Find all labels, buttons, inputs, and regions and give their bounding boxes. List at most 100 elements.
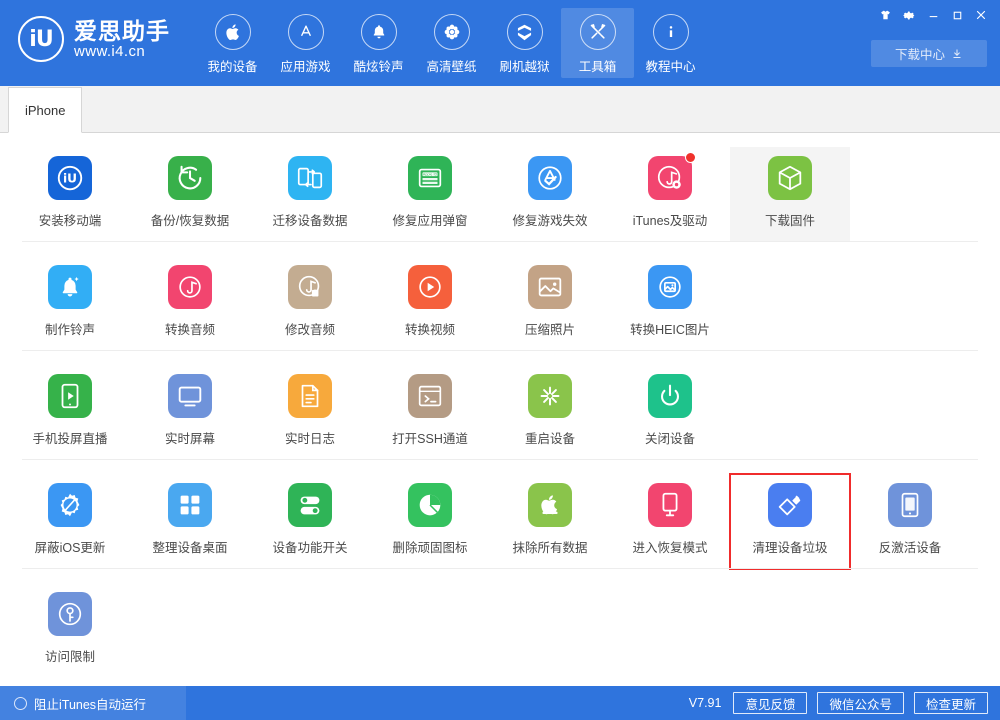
firmware-box-icon — [768, 156, 812, 200]
radio-icon — [14, 697, 27, 710]
footer-actions: V7.91 意见反馈 微信公众号 检查更新 — [689, 686, 988, 720]
tool-label: 打开SSH通道 — [392, 428, 468, 447]
tool-convert-video[interactable]: 转换视频 — [370, 256, 490, 351]
tool-label: 重启设备 — [525, 428, 575, 447]
svg-text:Apple ID: Apple ID — [423, 173, 438, 177]
tool-realtime-screen[interactable]: 实时屏幕 — [130, 365, 250, 460]
tool-erase-all-data[interactable]: 抹除所有数据 — [490, 474, 610, 569]
nav-label: 教程中心 — [645, 56, 695, 75]
maximize-icon[interactable] — [946, 5, 968, 25]
svg-text:自: 自 — [313, 289, 318, 297]
skin-icon[interactable] — [874, 5, 896, 25]
tool-label: 设备功能开关 — [272, 537, 347, 556]
nav-item-flash-jailbreak[interactable]: 刷机越狱 — [488, 8, 561, 78]
i4-app-icon: iU — [48, 156, 92, 200]
tool-label: 进入恢复模式 — [632, 537, 707, 556]
tool-label: 转换音频 — [165, 319, 215, 338]
tools-row: 访问限制 — [10, 569, 990, 678]
tool-convert-audio[interactable]: 转换音频 — [130, 256, 250, 351]
tool-fix-game[interactable]: 修复游戏失效 — [490, 147, 610, 242]
download-icon — [951, 48, 963, 60]
tools-grid: iU 安装移动端 备份/恢复数据 迁移设备数据 Apple ID — [0, 133, 1000, 686]
tool-screen-cast[interactable]: 手机投屏直播 — [10, 365, 130, 460]
access-restriction-icon — [48, 592, 92, 636]
window-controls — [874, 5, 992, 25]
tools-row: 屏蔽iOS更新 整理设备桌面 设备功能开关 删除顽固图标 — [10, 460, 990, 569]
tool-label: 修改音频 — [285, 319, 335, 338]
app-window: iU 爱思助手 www.i4.cn 我的设备 应用游戏 — [0, 0, 1000, 720]
clean-junk-icon — [768, 483, 812, 527]
ssh-terminal-icon — [408, 374, 452, 418]
tool-label: iTunes及驱动 — [633, 210, 708, 229]
wechat-official-button[interactable]: 微信公众号 — [817, 692, 904, 714]
convert-heic-icon — [648, 265, 692, 309]
nav-item-toolbox[interactable]: 工具箱 — [561, 8, 634, 78]
tool-edit-audio[interactable]: 自 修改音频 — [250, 256, 370, 351]
tools-row: 制作铃声 转换音频 自 修改音频 转换视频 — [10, 242, 990, 351]
tool-delete-stubborn-icon[interactable]: 删除顽固图标 — [370, 474, 490, 569]
tool-power-off[interactable]: 关闭设备 — [610, 365, 730, 460]
nav-label: 应用游戏 — [280, 56, 330, 75]
tool-label: 修复应用弹窗 — [392, 210, 467, 229]
flower-icon — [434, 14, 470, 50]
tool-label: 制作铃声 — [45, 319, 95, 338]
info-icon — [653, 14, 689, 50]
tool-backup-restore[interactable]: 备份/恢复数据 — [130, 147, 250, 242]
tool-compress-photo[interactable]: 压缩照片 — [490, 256, 610, 351]
tool-label: 实时日志 — [285, 428, 335, 447]
tool-convert-heic[interactable]: 转换HEIC图片 — [610, 256, 730, 351]
tool-restart-device[interactable]: 重启设备 — [490, 365, 610, 460]
realtime-log-icon — [288, 374, 332, 418]
tool-block-ios-update[interactable]: 屏蔽iOS更新 — [10, 474, 130, 569]
tab-label: iPhone — [25, 103, 65, 118]
tool-label: 删除顽固图标 — [392, 537, 467, 556]
main-nav: 我的设备 应用游戏 酷炫铃声 高清壁纸 — [196, 8, 707, 78]
tool-fix-app-popup[interactable]: Apple ID 修复应用弹窗 — [370, 147, 490, 242]
tool-make-ringtone[interactable]: 制作铃声 — [10, 256, 130, 351]
tools-row: 手机投屏直播 实时屏幕 实时日志 打开SSH通道 — [10, 351, 990, 460]
restart-device-icon — [528, 374, 572, 418]
tool-realtime-log[interactable]: 实时日志 — [250, 365, 370, 460]
nav-item-my-device[interactable]: 我的设备 — [196, 8, 269, 78]
tool-clean-junk[interactable]: 清理设备垃圾 — [730, 474, 850, 569]
tool-access-restriction[interactable]: 访问限制 — [10, 583, 130, 678]
tools-icon — [580, 14, 616, 50]
block-itunes-label: 阻止iTunes自动运行 — [34, 694, 146, 713]
settings-icon[interactable] — [898, 5, 920, 25]
realtime-screen-icon — [168, 374, 212, 418]
notification-badge — [685, 152, 696, 163]
nav-label: 我的设备 — [207, 56, 257, 75]
brand-url: www.i4.cn — [74, 44, 170, 60]
nav-item-apps-games[interactable]: 应用游戏 — [269, 8, 342, 78]
tab-iphone[interactable]: iPhone — [8, 87, 82, 133]
feedback-button[interactable]: 意见反馈 — [733, 692, 807, 714]
brand-logo[interactable]: iU 爱思助手 www.i4.cn — [18, 16, 170, 62]
nav-item-wallpapers[interactable]: 高清壁纸 — [415, 8, 488, 78]
nav-item-tutorials[interactable]: 教程中心 — [634, 8, 707, 78]
tool-label: 迁移设备数据 — [272, 210, 347, 229]
tool-recovery-mode[interactable]: 进入恢复模式 — [610, 474, 730, 569]
tool-install-mobile[interactable]: iU 安装移动端 — [10, 147, 130, 242]
download-center-button[interactable]: 下载中心 — [871, 40, 987, 67]
tool-organize-desktop[interactable]: 整理设备桌面 — [130, 474, 250, 569]
tool-label: 关闭设备 — [645, 428, 695, 447]
minimize-icon[interactable] — [922, 5, 944, 25]
version-label: V7.91 — [689, 696, 722, 710]
tool-ssh-tunnel[interactable]: 打开SSH通道 — [370, 365, 490, 460]
check-update-button[interactable]: 检查更新 — [914, 692, 988, 714]
status-bar: 阻止iTunes自动运行 V7.91 意见反馈 微信公众号 检查更新 — [0, 686, 1000, 720]
close-icon[interactable] — [970, 5, 992, 25]
tool-itunes-driver[interactable]: iTunes及驱动 — [610, 147, 730, 242]
tool-deactivate-device[interactable]: 反激活设备 — [850, 474, 970, 569]
block-ios-update-icon — [48, 483, 92, 527]
tool-download-firmware[interactable]: 下载固件 — [730, 147, 850, 242]
tool-feature-toggle[interactable]: 设备功能开关 — [250, 474, 370, 569]
tool-label: 实时屏幕 — [165, 428, 215, 447]
block-itunes-toggle[interactable]: 阻止iTunes自动运行 — [0, 686, 186, 720]
recovery-mode-icon — [648, 483, 692, 527]
tool-migrate-device[interactable]: 迁移设备数据 — [250, 147, 370, 242]
brand-name: 爱思助手 — [74, 19, 170, 43]
feature-toggle-icon — [288, 483, 332, 527]
nav-item-ringtones[interactable]: 酷炫铃声 — [342, 8, 415, 78]
deactivate-device-icon — [888, 483, 932, 527]
